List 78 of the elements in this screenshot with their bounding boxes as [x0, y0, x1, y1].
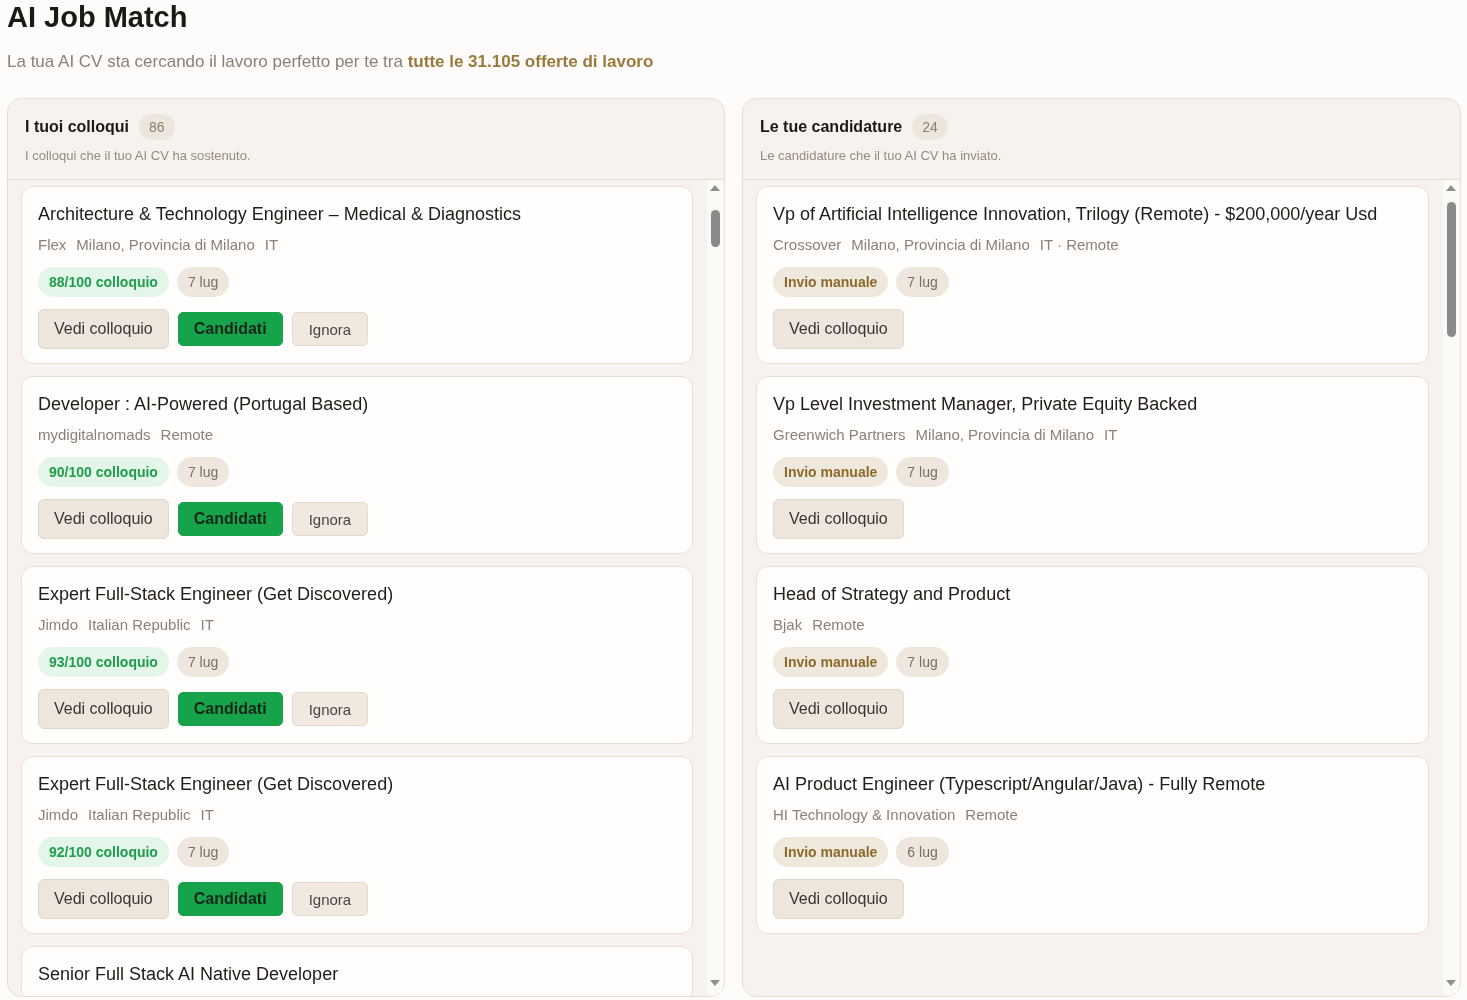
apply-button[interactable]: Candidati: [177, 312, 283, 346]
date-tag: 7 lug: [896, 267, 949, 297]
score-tag: 88/100 colloquio: [38, 267, 169, 297]
scrollbar-thumb[interactable]: [1446, 202, 1456, 337]
company-name: Bjak: [773, 615, 803, 635]
manual-send-tag: Invio manuale: [773, 837, 889, 867]
company-name: Jimdo: [38, 615, 78, 635]
location-text: IT · Remote: [1039, 235, 1119, 255]
panel-title: I tuoi colloqui: [25, 117, 129, 137]
date-tag: 7 lug: [176, 457, 230, 487]
location-text: Remote: [160, 425, 214, 445]
job-title: Head of Strategy and Product: [773, 583, 1011, 606]
ignore-button[interactable]: Ignora: [291, 882, 369, 916]
date-tag: 7 lug: [896, 457, 949, 487]
job-title: Expert Full-Stack Engineer (Get Discovered): [38, 583, 394, 606]
location-text: IT: [1104, 425, 1118, 445]
scroll-down-icon[interactable]: [1446, 980, 1456, 986]
ignore-button[interactable]: Ignora: [291, 502, 369, 536]
panel-description: Le candidature che il tuo AI CV ha inviato.: [760, 147, 1002, 165]
company-name: Crossover: [773, 235, 842, 255]
ignore-button[interactable]: Ignora: [291, 312, 369, 346]
location-text: Milano, Provincia di Milano: [851, 235, 1030, 255]
company-name: HI Technology & Innovation: [773, 805, 956, 825]
location-text: IT: [200, 615, 214, 635]
location-text: Milano, Provincia di Milano: [915, 425, 1094, 445]
page-subtitle: La tua AI CV sta cercando il lavoro perfetto per te tra tutte le 31.105 offerte di lavoro: [7, 51, 654, 73]
job-title: Senior Full Stack AI Native Developer: [38, 963, 339, 986]
scroll-up-icon[interactable]: [1446, 185, 1456, 191]
job-title: Expert Full-Stack Engineer (Get Discovered): [38, 773, 394, 796]
page-title: AI Job Match: [7, 0, 188, 34]
scroll-up-icon[interactable]: [710, 185, 720, 191]
score-tag: 92/100 colloquio: [38, 837, 169, 867]
view-interview-button[interactable]: Vedi colloquio: [38, 879, 169, 919]
location-text: IT: [264, 235, 279, 255]
view-interview-button[interactable]: Vedi colloquio: [773, 689, 904, 729]
location-text: Milano, Provincia di Milano: [76, 235, 255, 255]
job-title: Vp of Artificial Intelligence Innovation, Trilogy (Remote) - $200,000/year Usd: [773, 203, 1378, 226]
view-interview-button[interactable]: Vedi colloquio: [773, 309, 904, 349]
company-name: Jimdo: [38, 805, 78, 825]
location-text: Italian Republic: [88, 805, 191, 825]
apply-button[interactable]: Candidati: [177, 692, 283, 726]
job-title: Vp Level Investment Manager, Private Equity Backed: [773, 393, 1198, 416]
panel-title: Le tue candidature: [760, 117, 903, 137]
panel-description: I colloqui che il tuo AI CV ha sostenuto.: [25, 147, 251, 165]
scroll-down-icon[interactable]: [710, 980, 720, 986]
manual-send-tag: Invio manuale: [773, 267, 889, 297]
view-interview-button[interactable]: Vedi colloquio: [773, 499, 904, 539]
scrollbar-thumb[interactable]: [710, 210, 720, 247]
scrollbar[interactable]: [707, 180, 723, 996]
view-interview-button[interactable]: Vedi colloquio: [38, 499, 169, 539]
date-tag: 7 lug: [176, 647, 230, 677]
view-interview-button[interactable]: Vedi colloquio: [38, 689, 169, 729]
date-tag: 7 lug: [896, 647, 949, 677]
job-title: AI Product Engineer (Typescript/Angular/Java) - Fully Remote: [773, 773, 1266, 796]
score-tag: 90/100 colloquio: [38, 457, 169, 487]
score-tag: 93/100 colloquio: [38, 647, 169, 677]
location-text: Remote: [812, 615, 865, 635]
scrollbar[interactable]: [1443, 180, 1459, 996]
date-tag: 7 lug: [176, 267, 230, 297]
company-name: mydigitalnomads: [38, 425, 151, 445]
location-text: Remote: [965, 805, 1018, 825]
apply-button[interactable]: Candidati: [177, 502, 283, 536]
apply-button[interactable]: Candidati: [177, 882, 283, 916]
date-tag: 6 lug: [896, 837, 949, 867]
view-interview-button[interactable]: Vedi colloquio: [773, 879, 904, 919]
company-name: Greenwich Partners: [773, 425, 906, 445]
date-tag: 7 lug: [176, 837, 230, 867]
count-badge: 86: [139, 114, 175, 140]
manual-send-tag: Invio manuale: [773, 457, 889, 487]
location-text: IT: [200, 805, 214, 825]
location-text: Italian Republic: [88, 615, 191, 635]
manual-send-tag: Invio manuale: [773, 647, 889, 677]
view-interview-button[interactable]: Vedi colloquio: [38, 309, 169, 349]
count-badge: 24: [912, 114, 948, 140]
job-title: Developer : AI-Powered (Portugal Based): [38, 393, 369, 416]
company-name: Flex: [38, 235, 67, 255]
job-title: Architecture & Technology Engineer – Medical & Diagnostics: [38, 203, 521, 226]
ignore-button[interactable]: Ignora: [291, 692, 369, 726]
